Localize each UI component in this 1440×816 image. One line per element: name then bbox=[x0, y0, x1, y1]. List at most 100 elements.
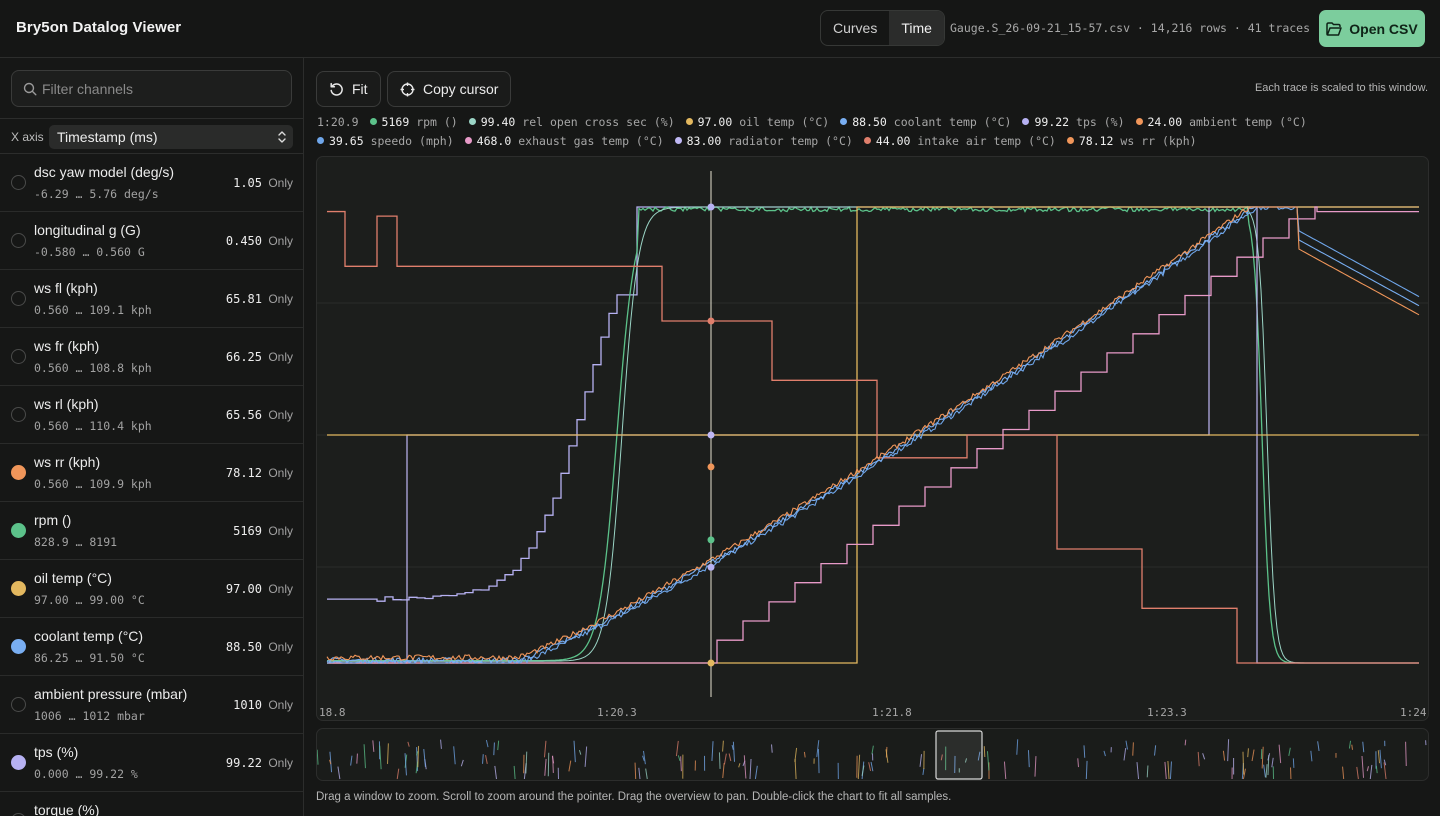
only-button[interactable]: Only bbox=[268, 408, 293, 422]
channel-toggle[interactable] bbox=[11, 639, 26, 654]
channel-toggle[interactable] bbox=[11, 581, 26, 596]
overview-spike bbox=[645, 768, 648, 780]
channel-range: 86.25 … 91.50 °C bbox=[34, 651, 145, 665]
series-color-dot bbox=[1135, 118, 1143, 125]
only-button[interactable]: Only bbox=[268, 466, 293, 480]
only-button[interactable]: Only bbox=[268, 756, 293, 770]
channel-row[interactable]: ws fr (kph) 0.560 … 108.8 kph 66.25 Only bbox=[0, 328, 303, 386]
readout-item: 99.22 tps (%) bbox=[1022, 115, 1125, 129]
overview-strip[interactable] bbox=[316, 728, 1429, 781]
overview-spike bbox=[1356, 766, 1359, 780]
overview-spike bbox=[771, 744, 773, 753]
channel-toggle[interactable] bbox=[11, 465, 26, 480]
channel-range: 1006 … 1012 mbar bbox=[34, 709, 145, 723]
only-button[interactable]: Only bbox=[268, 582, 293, 596]
channel-row[interactable]: ambient pressure (mbar) 1006 … 1012 mbar 1… bbox=[0, 676, 303, 734]
overview-spike bbox=[1369, 764, 1373, 780]
overview-spike bbox=[870, 761, 874, 772]
channel-toggle[interactable] bbox=[11, 407, 26, 422]
channel-name: ambient pressure (mbar) bbox=[34, 686, 188, 702]
overview-window-handle[interactable] bbox=[935, 730, 983, 780]
filter-box bbox=[11, 70, 292, 107]
overview-spike bbox=[1222, 750, 1226, 761]
only-button[interactable]: Only bbox=[268, 234, 293, 248]
chart-plot[interactable]: 18.8 1:20.3 1:21.8 1:23.3 1:24 bbox=[317, 157, 1429, 721]
folder-open-icon bbox=[1326, 21, 1343, 36]
overview-spike bbox=[493, 742, 495, 756]
readout-label: rel open cross sec (%) bbox=[522, 115, 675, 129]
readout-item: 44.00 intake air temp (°C) bbox=[863, 134, 1056, 148]
channel-toggle[interactable] bbox=[11, 349, 26, 364]
overview-spike bbox=[482, 754, 484, 764]
channel-toggle[interactable] bbox=[11, 697, 26, 712]
channel-row[interactable]: ws fl (kph) 0.560 … 109.1 kph 65.81 Only bbox=[0, 270, 303, 328]
channel-row[interactable]: ws rr (kph) 0.560 … 109.9 kph 78.12 Only bbox=[0, 444, 303, 502]
overview-spike bbox=[718, 752, 721, 769]
only-button[interactable]: Only bbox=[268, 698, 293, 712]
channel-name: torque (%) bbox=[34, 802, 100, 816]
overview-plot[interactable] bbox=[317, 729, 1429, 781]
readout-value: 5169 bbox=[381, 115, 410, 129]
channel-row[interactable]: coolant temp (°C) 86.25 … 91.50 °C 88.50 On… bbox=[0, 618, 303, 676]
channel-row[interactable]: dsc yaw model (deg/s) -6.29 … 5.76 deg/s 1… bbox=[0, 154, 303, 212]
only-button[interactable]: Only bbox=[268, 292, 293, 306]
overview-spike bbox=[1263, 764, 1266, 778]
readout-item: 99.40 rel open cross sec (%) bbox=[468, 115, 675, 129]
tab-curves[interactable]: Curves bbox=[821, 11, 889, 45]
scale-hint: Each trace is scaled to this window. bbox=[1254, 82, 1428, 94]
channel-range: 97.00 … 99.00 °C bbox=[34, 593, 145, 607]
overview-spike bbox=[871, 745, 874, 755]
overview-spike bbox=[1125, 740, 1128, 750]
series-color-dot bbox=[1066, 137, 1074, 144]
overview-spike bbox=[1132, 742, 1134, 756]
overview-spike bbox=[543, 740, 547, 758]
channel-row[interactable]: tps (%) 0.000 … 99.22 % 99.22 Only bbox=[0, 734, 303, 792]
time-chart[interactable]: 18.8 1:20.3 1:21.8 1:23.3 1:24 bbox=[316, 156, 1429, 721]
channel-name: ws rr (kph) bbox=[34, 454, 101, 470]
channel-toggle[interactable] bbox=[11, 291, 26, 306]
only-button[interactable]: Only bbox=[268, 524, 293, 538]
x-tick-label: 1:21.8 bbox=[872, 706, 912, 719]
overview-spike bbox=[722, 763, 725, 779]
channel-row[interactable]: oil temp (°C) 97.00 … 99.00 °C 97.00 Only bbox=[0, 560, 303, 618]
channel-range: 0.560 … 109.1 kph bbox=[34, 303, 152, 317]
overview-spike bbox=[1271, 757, 1274, 768]
only-button[interactable]: Only bbox=[268, 640, 293, 654]
tab-time[interactable]: Time bbox=[889, 11, 944, 45]
open-csv-button[interactable]: Open CSV bbox=[1319, 10, 1425, 47]
channel-row[interactable]: rpm () 828.9 … 8191 5169 Only bbox=[0, 502, 303, 560]
overview-spike bbox=[379, 745, 382, 770]
series-color-dot bbox=[685, 118, 693, 125]
only-button[interactable]: Only bbox=[268, 350, 293, 364]
channel-name: dsc yaw model (deg/s) bbox=[34, 164, 175, 180]
copy-cursor-button[interactable]: Copy cursor bbox=[387, 71, 512, 107]
channel-toggle[interactable] bbox=[11, 233, 26, 248]
only-button[interactable]: Only bbox=[268, 176, 293, 190]
overview-spike bbox=[794, 747, 798, 762]
channel-value: 1010 bbox=[233, 698, 262, 712]
channel-toggle[interactable] bbox=[11, 523, 26, 538]
overview-spike bbox=[1251, 749, 1255, 762]
channel-toggle[interactable] bbox=[11, 175, 26, 190]
usage-hint: Drag a window to zoom. Scroll to zoom ar… bbox=[316, 791, 952, 803]
overview-spike bbox=[578, 750, 582, 755]
channel-name: tps (%) bbox=[34, 744, 79, 760]
channel-range: 0.560 … 110.4 kph bbox=[34, 419, 152, 433]
channel-toggle[interactable] bbox=[11, 755, 26, 770]
filter-channels-input[interactable] bbox=[42, 71, 282, 106]
overview-spike bbox=[722, 740, 724, 752]
channel-range: -6.29 … 5.76 deg/s bbox=[34, 187, 159, 201]
channel-row[interactable]: longitudinal g (G) -0.580 … 0.560 G 0.450 O… bbox=[0, 212, 303, 270]
cursor-readout-row-1: 1:20.9 5169 rpm () 99.40 rel open cross se… bbox=[317, 115, 1318, 129]
readout-label: oil temp (°C) bbox=[739, 115, 830, 129]
channel-range: 0.000 … 99.22 % bbox=[34, 767, 138, 781]
channel-row[interactable]: torque (%) bbox=[0, 792, 303, 816]
channel-name: longitudinal g (G) bbox=[34, 222, 141, 238]
x-tick-label: 1:24 bbox=[1400, 706, 1427, 719]
channel-row[interactable]: ws rl (kph) 0.560 … 110.4 kph 65.56 Only bbox=[0, 386, 303, 444]
file-info: Gauge.S_26-09-21_15-57.csv · 14,216 rows… bbox=[950, 21, 1311, 35]
fit-button[interactable]: Fit bbox=[316, 71, 381, 107]
overview-spike bbox=[1154, 745, 1157, 756]
x-axis-select[interactable]: Timestamp (ms) bbox=[49, 125, 293, 149]
overview-spike bbox=[485, 755, 488, 764]
